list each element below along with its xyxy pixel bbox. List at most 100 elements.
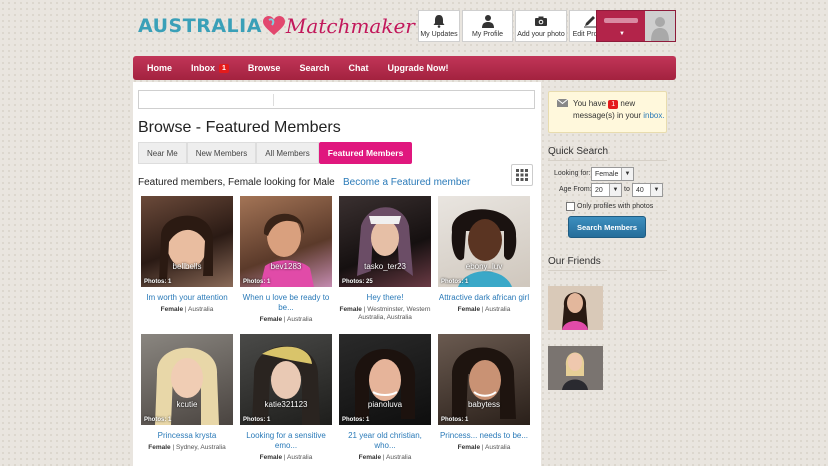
main-content: Browse - Featured Members Near Me New Me… — [133, 82, 541, 466]
friend-photo[interactable] — [548, 286, 603, 330]
member-card[interactable]: kcutie Photos: 1 Princessa krysta Female… — [141, 334, 233, 452]
my-profile-button[interactable]: My Profile — [462, 10, 513, 42]
member-meta: Female | Sydney, Australia — [148, 444, 226, 451]
filter-bar[interactable] — [138, 90, 535, 109]
heart-logo-icon — [262, 16, 285, 36]
member-photo[interactable]: tasko_ter23 Photos: 25 — [339, 196, 431, 287]
photo-count: Photos: 1 — [144, 279, 172, 285]
our-friends-title: Our Friends — [548, 256, 601, 267]
member-headline[interactable]: Hey there! — [339, 293, 431, 303]
member-photo[interactable]: ebony_luv Photos: 1 — [438, 196, 530, 287]
member-location: Westminster, Western Australia, Australi… — [358, 306, 431, 321]
browse-tabs: Near Me New Members All Members Featured… — [138, 142, 413, 164]
envelope-icon — [557, 99, 568, 107]
nav-inbox[interactable]: Inbox 1 — [191, 63, 229, 73]
avatar-placeholder-icon — [651, 17, 669, 41]
member-gender: Female — [148, 444, 171, 451]
member-card[interactable]: babytess Photos: 1 Princess... needs to … — [438, 334, 530, 452]
age-from-value: 20 — [595, 186, 603, 194]
member-photo-image — [155, 347, 219, 425]
photo-count: Photos: 1 — [441, 417, 469, 423]
member-card[interactable]: katie321123 Photos: 1 Looking for a sens… — [240, 334, 332, 462]
inbox-notice-text: You have 1 new message(s) in your inbox. — [573, 98, 665, 121]
photos-only-checkbox[interactable] — [566, 202, 575, 211]
looking-for-select[interactable]: Female ▼ — [591, 167, 634, 181]
member-card[interactable]: bellbells Photos: 1 Im worth your attent… — [141, 196, 233, 314]
member-headline[interactable]: Looking for a sensitive emo... — [240, 431, 332, 451]
nav-home[interactable]: Home — [147, 63, 172, 73]
username-blurred: ▼ — [597, 11, 645, 41]
member-meta: Female | Australia — [457, 306, 511, 313]
member-card[interactable]: tasko_ter23 Photos: 25 Hey there! Female… — [339, 196, 431, 322]
member-location: Australia — [188, 306, 214, 313]
age-from-label-text: Age From — [559, 186, 590, 193]
nav-browse[interactable]: Browse — [248, 63, 281, 73]
camera-icon — [535, 16, 547, 26]
search-members-button[interactable]: Search Members — [568, 216, 646, 238]
nav-browse-label: Browse — [247, 63, 281, 73]
member-gender: Female — [259, 454, 283, 461]
member-photo[interactable]: kcutie Photos: 1 — [141, 334, 233, 425]
age-from-label: Age From: — [559, 186, 592, 193]
tab-featured-members[interactable]: Featured Members — [318, 142, 413, 164]
logo-text-australia: AUSTRALIA — [138, 15, 262, 37]
age-to-select[interactable]: 40 ▼ — [632, 183, 663, 197]
member-photo[interactable]: babytess Photos: 1 — [438, 334, 530, 425]
member-card[interactable]: pianoluva Photos: 1 21 year old christia… — [339, 334, 431, 462]
inbox-link[interactable]: inbox. — [643, 111, 664, 120]
member-username: katie321123 — [264, 400, 308, 409]
site-logo[interactable]: AUSTRALIA Matchmaker — [138, 12, 415, 40]
member-gender: Female — [259, 316, 283, 323]
member-card[interactable]: ebony_luv Photos: 1 Attractive dark afri… — [438, 196, 530, 314]
member-photo-image — [260, 213, 314, 287]
add-photo-button[interactable]: Add your photo — [515, 10, 567, 42]
avatar — [645, 11, 675, 41]
member-username: bellbells — [172, 262, 202, 271]
nav-search[interactable]: Search — [299, 63, 329, 73]
notice-pre: You have — [573, 99, 609, 108]
add-photo-label: Add your photo — [517, 31, 565, 38]
age-from-select[interactable]: 20 ▼ — [591, 183, 622, 197]
nav-home-label: Home — [147, 63, 173, 73]
tab-near-me[interactable]: Near Me — [138, 142, 187, 164]
nav-search-label: Search — [299, 63, 330, 73]
member-photo-image — [252, 346, 320, 425]
photo-count: Photos: 1 — [144, 417, 172, 423]
member-headline[interactable]: When u love be ready to be... — [240, 293, 332, 313]
member-photo[interactable]: bev1283 Photos: 1 — [240, 196, 332, 287]
photo-count: Photos: 1 — [243, 417, 271, 423]
person-icon — [481, 15, 494, 28]
grid-view-button[interactable] — [511, 164, 533, 186]
member-gender: Female — [457, 306, 481, 313]
member-username: tasko_ter23 — [364, 262, 406, 271]
member-photo[interactable]: pianoluva Photos: 1 — [339, 334, 431, 425]
member-meta: Female | Westminster, Western Australia,… — [339, 306, 431, 321]
photo-count: Photos: 1 — [441, 279, 469, 285]
friend-photo-image — [562, 352, 588, 390]
nav-upgrade[interactable]: Upgrade Now! — [387, 63, 448, 73]
nav-chat[interactable]: Chat — [348, 63, 368, 73]
tab-new-members[interactable]: New Members — [186, 142, 257, 164]
member-headline[interactable]: Im worth your attention — [141, 293, 233, 303]
member-photo-image — [357, 207, 413, 276]
member-headline[interactable]: Attractive dark african girl — [438, 293, 530, 303]
account-menu[interactable]: ▼ — [596, 10, 676, 42]
friend-photo[interactable] — [548, 346, 603, 390]
member-photo[interactable]: bellbells Photos: 1 — [141, 196, 233, 287]
tab-all-members[interactable]: All Members — [256, 142, 319, 164]
member-gender: Female — [358, 454, 382, 461]
become-featured-link[interactable]: Become a Featured member — [343, 177, 470, 188]
our-friends-divider — [548, 270, 667, 271]
looking-for-label: Looking for: — [554, 170, 591, 177]
page-title: Browse - Featured Members — [138, 119, 341, 136]
member-card[interactable]: bev1283 Photos: 1 When u love be ready t… — [240, 196, 332, 324]
photo-count: Photos: 1 — [342, 417, 370, 423]
member-photo[interactable]: katie321123 Photos: 1 — [240, 334, 332, 425]
member-headline[interactable]: Princessa krysta — [141, 431, 233, 441]
grid-icon — [516, 169, 528, 181]
member-headline[interactable]: Princess... needs to be... — [438, 431, 530, 441]
member-headline[interactable]: 21 year old christian, who... — [339, 431, 431, 451]
my-updates-button[interactable]: My Updates — [418, 10, 460, 42]
inbox-notice: You have 1 new message(s) in your inbox. — [548, 91, 667, 133]
member-location: Australia — [287, 316, 313, 323]
